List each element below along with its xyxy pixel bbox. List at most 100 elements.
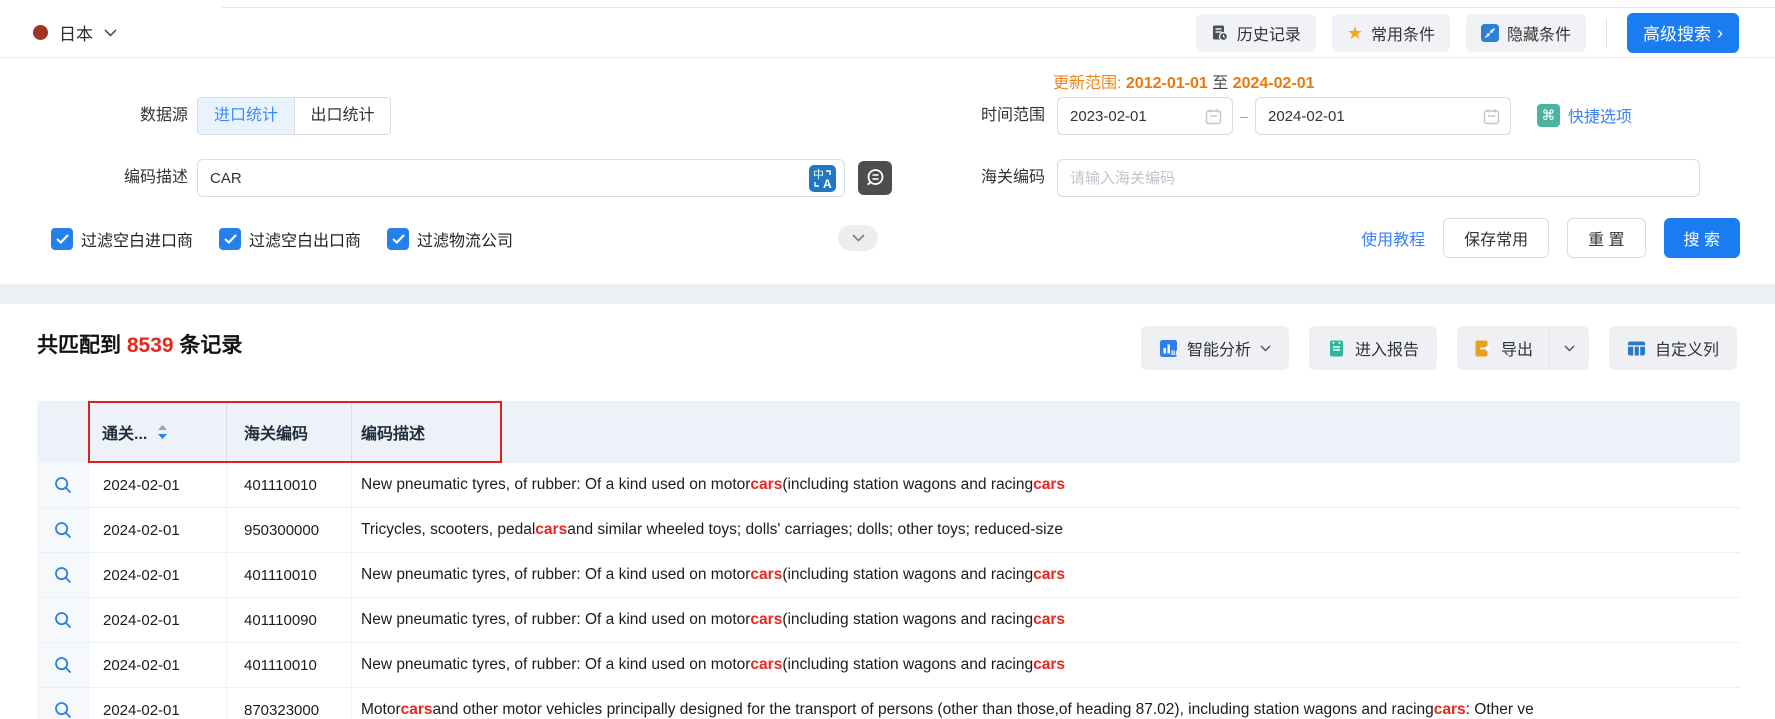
cell-hs-code: 870323000 xyxy=(226,688,351,719)
filter-checkbox[interactable]: 过滤空白进口商 xyxy=(51,227,193,251)
row-detail-search-icon[interactable] xyxy=(37,643,88,687)
result-count-title: 共匹配到 8539 条记录 xyxy=(37,329,242,359)
cell-hs-code: 401110090 xyxy=(226,598,351,642)
filter-checkbox[interactable]: 过滤空白出口商 xyxy=(219,227,361,251)
calendar-icon[interactable] xyxy=(1205,108,1222,125)
highlighted-keyword: cars xyxy=(401,701,433,719)
checkbox-checked-icon[interactable] xyxy=(387,228,409,250)
cell-code-description: Motor cars and other motor vehicles prin… xyxy=(351,688,1740,719)
calendar-icon[interactable] xyxy=(1483,108,1500,125)
top-bar-actions: 历史记录 ★ 常用条件 隐藏条件 高级搜索 › xyxy=(1196,13,1739,53)
enter-report-button[interactable]: 进入报告 xyxy=(1309,326,1437,370)
tab-import-stats[interactable]: 进口统计 xyxy=(198,98,294,134)
hs-code-input[interactable] xyxy=(1058,170,1699,187)
highlighted-keyword: cars xyxy=(1033,611,1065,629)
smart-analysis-button[interactable]: BI 智能分析 xyxy=(1141,326,1289,370)
table-row: 2024-02-01401110010New pneumatic tyres, … xyxy=(37,463,1740,508)
cell-clearance-date: 2024-02-01 xyxy=(88,598,226,642)
export-button-group: 导出 xyxy=(1457,326,1589,370)
cell-clearance-date: 2024-02-01 xyxy=(88,553,226,597)
checkbox-label: 过滤空白出口商 xyxy=(249,227,361,251)
update-range-from: 2012-01-01 xyxy=(1126,75,1208,92)
save-common-button[interactable]: 保存常用 xyxy=(1443,218,1549,258)
filter-checkbox[interactable]: 过滤物流公司 xyxy=(387,227,513,251)
cell-clearance-date: 2024-02-01 xyxy=(88,463,226,507)
highlighted-keyword: cars xyxy=(750,611,782,629)
country-selector[interactable]: 日本 xyxy=(33,20,117,45)
header-cell-empty xyxy=(37,401,88,463)
export-dropdown-button[interactable] xyxy=(1549,326,1589,370)
cell-hs-code: 950300000 xyxy=(226,508,351,552)
highlighted-keyword: cars xyxy=(1033,566,1065,584)
update-range-to: 2024-02-01 xyxy=(1233,75,1315,92)
hide-conditions-label: 隐藏条件 xyxy=(1507,21,1571,45)
checkbox-label: 过滤物流公司 xyxy=(417,227,513,251)
code-desc-input[interactable] xyxy=(198,170,844,187)
checkbox-label: 过滤空白进口商 xyxy=(81,227,193,251)
enter-report-label: 进入报告 xyxy=(1355,336,1419,360)
table-body: 2024-02-01401110010New pneumatic tyres, … xyxy=(37,463,1740,719)
custom-columns-button[interactable]: 自定义列 xyxy=(1609,326,1737,370)
smart-analysis-label: 智能分析 xyxy=(1187,336,1251,360)
chevron-right-icon: › xyxy=(1717,24,1723,42)
date-to-input[interactable] xyxy=(1256,108,1483,125)
column-label: 海关编码 xyxy=(244,420,308,444)
date-from-field xyxy=(1057,97,1233,135)
translate-icon[interactable]: 中A xyxy=(809,165,836,192)
results-table: 通关... 海关编码 编码描述 2024-02-01401110010New p… xyxy=(37,401,1740,719)
checkbox-checked-icon[interactable] xyxy=(51,228,73,250)
advanced-search-button[interactable]: 高级搜索 › xyxy=(1627,13,1739,53)
datasource-label: 数据源 xyxy=(60,97,188,135)
top-bar: 日本 历史记录 ★ 常用条件 隐藏条件 xyxy=(0,8,1775,58)
row-detail-search-icon[interactable] xyxy=(37,598,88,642)
row-detail-search-icon[interactable] xyxy=(37,508,88,552)
bi-analysis-icon: BI xyxy=(1159,339,1178,358)
star-icon: ★ xyxy=(1347,24,1363,42)
row-detail-search-icon[interactable] xyxy=(37,688,88,719)
cell-code-description: Tricycles, scooters, pedal cars and simi… xyxy=(351,508,1740,552)
history-label: 历史记录 xyxy=(1237,21,1301,45)
highlighted-keyword: cars xyxy=(750,656,782,674)
collapse-arrows-icon xyxy=(1481,24,1499,42)
cell-code-description: New pneumatic tyres, of rubber: Of a kin… xyxy=(351,598,1740,642)
advanced-search-label: 高级搜索 xyxy=(1643,20,1711,45)
count-value: 8539 xyxy=(127,334,174,357)
quick-options-link[interactable]: ⌘ 快捷选项 xyxy=(1537,103,1632,127)
form-actions: 使用教程 保存常用 重 置 搜 索 xyxy=(1361,218,1740,258)
results-panel: 共匹配到 8539 条记录 BI 智能分析 进入报告 xyxy=(0,304,1775,719)
table-row: 2024-02-01401110090New pneumatic tyres, … xyxy=(37,598,1740,643)
highlighted-keyword: cars xyxy=(750,566,782,584)
hide-conditions-button[interactable]: 隐藏条件 xyxy=(1466,14,1586,52)
filter-checkboxes: 过滤空白进口商 过滤空白出口商 过滤物流公司 xyxy=(51,227,513,251)
header-cell-hs-code[interactable]: 海关编码 xyxy=(226,401,351,463)
match-mode-icon[interactable] xyxy=(858,161,892,195)
search-panel: 更新范围: 2012-01-01 至 2024-02-01 数据源 进口统计 出… xyxy=(0,58,1775,284)
update-range-note: 更新范围: 2012-01-01 至 2024-02-01 xyxy=(1053,69,1315,93)
sort-icon[interactable] xyxy=(157,424,168,440)
cell-clearance-date: 2024-02-01 xyxy=(88,643,226,687)
export-button[interactable]: 导出 xyxy=(1457,326,1549,370)
search-button[interactable]: 搜 索 xyxy=(1664,218,1740,258)
row-detail-search-icon[interactable] xyxy=(37,553,88,597)
tutorial-link[interactable]: 使用教程 xyxy=(1361,226,1425,250)
header-cell-code-desc[interactable]: 编码描述 xyxy=(351,401,1740,463)
checkbox-checked-icon[interactable] xyxy=(219,228,241,250)
export-doc-icon xyxy=(1473,339,1492,358)
reset-button[interactable]: 重 置 xyxy=(1567,218,1645,258)
column-label: 编码描述 xyxy=(361,420,425,444)
collapse-form-button[interactable] xyxy=(838,225,878,251)
command-icon: ⌘ xyxy=(1537,104,1560,127)
row-detail-search-icon[interactable] xyxy=(37,463,88,507)
header-cell-clearance-date[interactable]: 通关... xyxy=(88,401,226,463)
count-suffix: 条记录 xyxy=(179,334,242,357)
tab-export-stats[interactable]: 出口统计 xyxy=(294,98,390,134)
panel-gap xyxy=(0,284,1775,304)
favorites-button[interactable]: ★ 常用条件 xyxy=(1332,14,1450,52)
history-button[interactable]: 历史记录 xyxy=(1196,14,1316,52)
update-range-to-word: 至 xyxy=(1212,75,1228,92)
date-range-separator: – xyxy=(1234,97,1254,135)
table-columns-icon xyxy=(1627,339,1646,358)
date-from-input[interactable] xyxy=(1058,108,1205,125)
highlighted-keyword: cars xyxy=(1033,656,1065,674)
cell-hs-code: 401110010 xyxy=(226,463,351,507)
